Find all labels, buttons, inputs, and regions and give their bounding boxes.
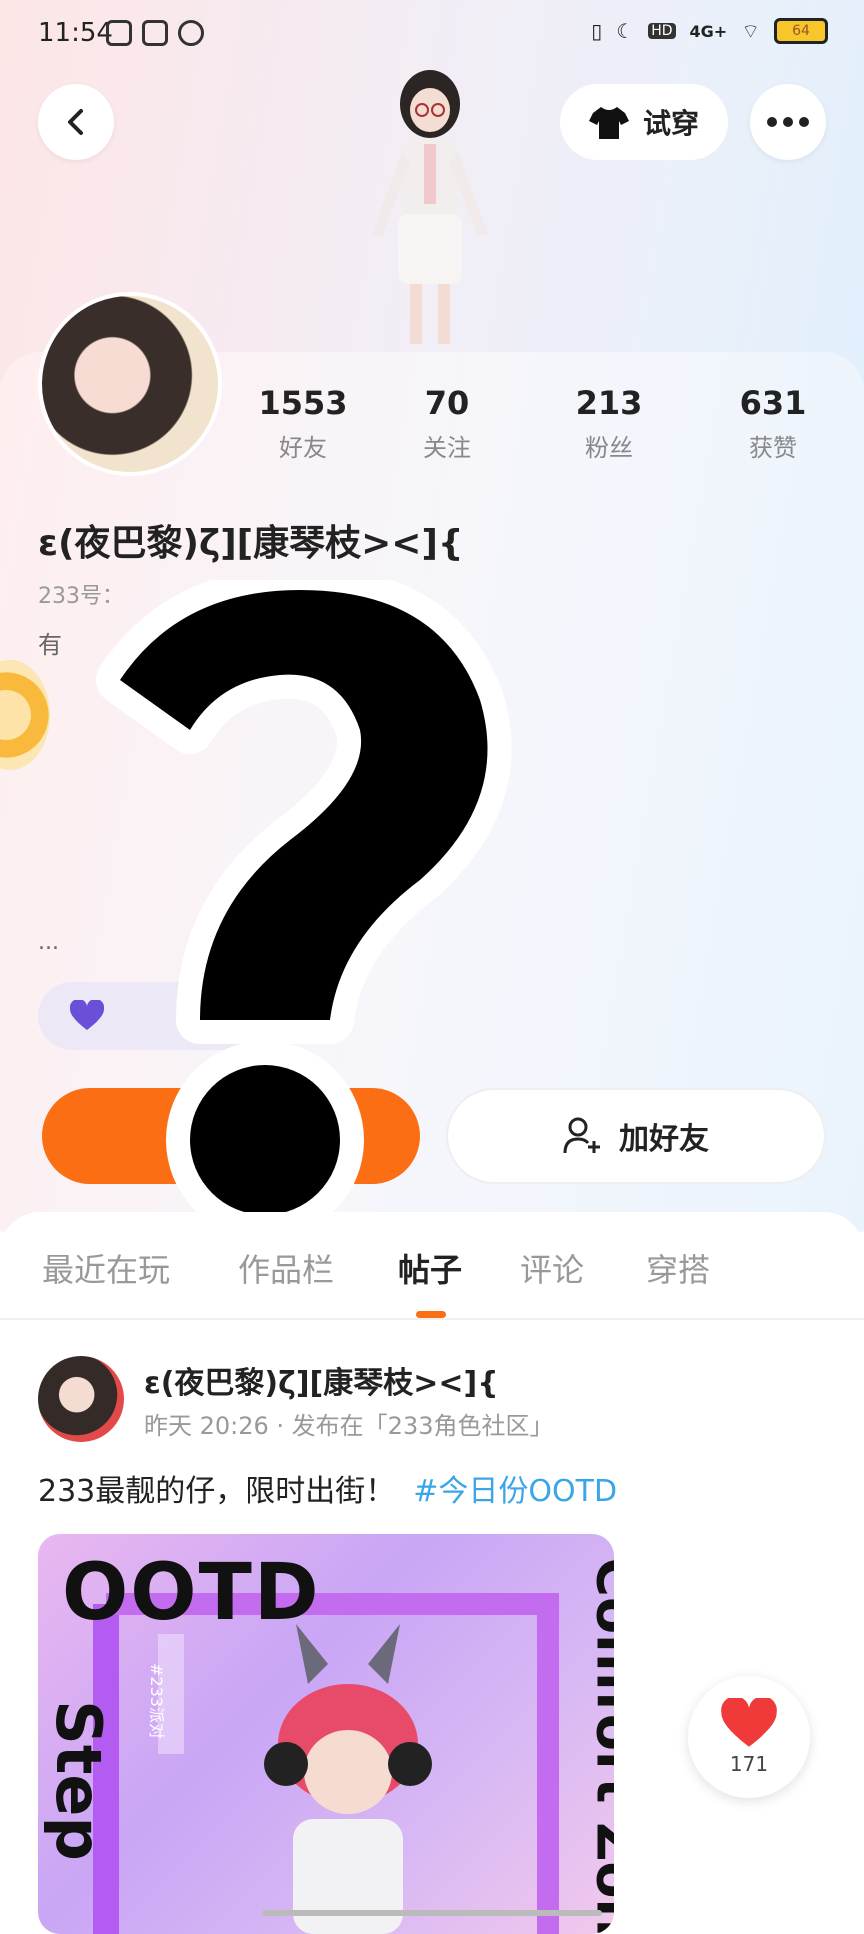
post-image[interactable]: OOTD Step Comfort Zone #233派对 <box>38 1534 614 1934</box>
post-author-name[interactable]: ε(夜巴黎)ζ][康琴枝><]{ <box>144 1358 499 1402</box>
moon-icon: ☾ <box>616 19 635 43</box>
heart-icon <box>721 1698 777 1747</box>
tab-posts[interactable]: 帖子 <box>398 1245 462 1291</box>
stat-value: 70 <box>424 384 470 422</box>
stat-likes[interactable]: 631 获赞 <box>708 384 838 463</box>
ootd-title: OOTD <box>62 1548 321 1638</box>
back-button[interactable] <box>38 84 114 160</box>
try-on-button[interactable]: 试穿 <box>560 84 728 160</box>
tab-active-indicator <box>416 1311 446 1318</box>
post-body: 233最靓的仔，限时出街！ <box>38 1474 396 1509</box>
post-text: 233最靓的仔，限时出街！ #今日份OOTD <box>38 1466 617 1510</box>
tab-outfits[interactable]: 穿搭 <box>646 1245 710 1291</box>
stat-label: 好友 <box>279 434 327 462</box>
status-time: 11:54 <box>38 18 113 48</box>
post-author-avatar[interactable] <box>38 1356 124 1442</box>
stat-value: 631 <box>739 384 807 422</box>
post-hashtag[interactable]: #今日份OOTD <box>413 1474 617 1509</box>
wifi-icon: ⌔ <box>741 18 760 43</box>
status-bar: 11:54 ▯ ☾ HD 4G+ ⌔ 64 <box>0 0 864 70</box>
question-mark-overlay <box>96 580 512 1230</box>
vibrate-icon: ▯ <box>591 19 603 43</box>
more-dots-icon <box>767 117 809 127</box>
signal-label: 4G+ <box>689 21 728 41</box>
stat-following[interactable]: 70 关注 <box>382 384 512 463</box>
tab-comments[interactable]: 评论 <box>520 1245 584 1291</box>
tshirt-icon <box>588 107 629 139</box>
home-indicator[interactable] <box>262 1910 602 1916</box>
stat-label: 粉丝 <box>585 434 633 462</box>
stat-label: 关注 <box>423 434 471 462</box>
stat-value: 213 <box>575 384 643 422</box>
add-friend-label: 加好友 <box>619 1122 709 1157</box>
like-button[interactable]: 171 <box>688 1676 810 1798</box>
add-user-icon <box>563 1117 600 1154</box>
ootd-right-word: Comfort Zone <box>584 1557 614 1934</box>
avatar-3d-figure[interactable] <box>360 64 500 354</box>
chevron-left-icon <box>68 109 83 135</box>
battery-indicator: 64 <box>774 18 828 44</box>
ootd-tag: #233派对 <box>146 1663 166 1739</box>
notification-icon <box>178 20 204 46</box>
stat-fans[interactable]: 213 粉丝 <box>544 384 674 463</box>
stat-value: 1553 <box>258 384 348 422</box>
more-button[interactable] <box>750 84 826 160</box>
ootd-left-word: Step <box>41 1700 115 1861</box>
video-icon <box>106 20 132 46</box>
try-on-label: 试穿 <box>642 107 699 140</box>
stat-label: 获赞 <box>749 434 797 462</box>
app-icon <box>142 20 168 46</box>
profile-avatar[interactable] <box>38 292 222 476</box>
status-right-group: ▯ ☾ HD 4G+ ⌔ 64 <box>591 18 828 44</box>
tab-works[interactable]: 作品栏 <box>238 1245 334 1291</box>
post-meta: 昨天 20:26 · 发布在「233角色社区」 <box>144 1412 554 1440</box>
like-count: 171 <box>729 1752 769 1776</box>
stat-friends[interactable]: 1553 好友 <box>238 384 368 463</box>
hd-badge: HD <box>648 23 676 39</box>
profile-nickname: ε(夜巴黎)ζ][康琴枝><]{ <box>38 523 464 564</box>
tab-recent[interactable]: 最近在玩 <box>42 1245 170 1291</box>
tab-divider <box>0 1318 864 1320</box>
